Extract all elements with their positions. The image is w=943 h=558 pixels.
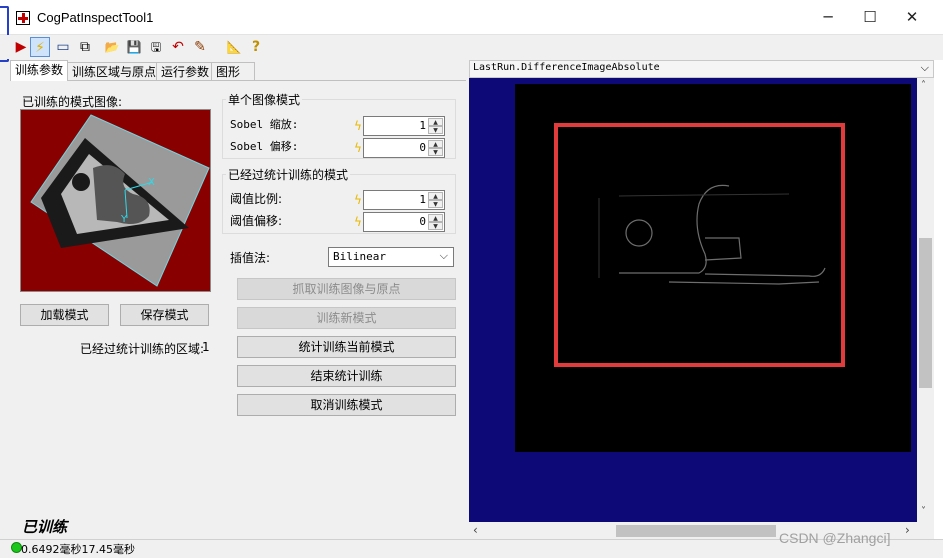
image-view-icon[interactable]: ▭	[53, 37, 73, 57]
vertical-scrollbar[interactable]: ˄ ˅	[917, 78, 934, 522]
tab-train-region[interactable]: 训练区域与原点	[67, 62, 162, 81]
sobel-offset-value: 0	[419, 141, 426, 154]
spinner-up-icon[interactable]: ▲	[428, 118, 443, 126]
scroll-left-icon[interactable]: ‹	[473, 523, 478, 537]
toolbar: ▶ ⚡ ▭ ⧉ 📂 💾 🖫 ↶ ✎ 📐 ?	[0, 35, 943, 59]
threshold-offset-bolt-icon: ϟ	[354, 215, 362, 229]
spinner-up-icon[interactable]: ▲	[428, 140, 443, 148]
image-selector[interactable]: LastRun.DifferenceImageAbsolute ⌵	[469, 60, 934, 78]
difference-image-graphic	[469, 78, 917, 522]
window-title: CogPatInspectTool1	[37, 10, 154, 25]
stat-train-current-button[interactable]: 统计训练当前模式	[237, 336, 456, 358]
threshold-ratio-bolt-icon: ϟ	[354, 193, 362, 207]
sobel-offset-spinner[interactable]: 0 ▲ ▼	[363, 138, 445, 158]
close-button[interactable]: ✕	[890, 0, 934, 35]
title-bar: CogPatInspectTool1 ─ ☐ ✕	[0, 0, 943, 35]
scroll-right-icon[interactable]: ›	[905, 523, 910, 537]
measure-icon[interactable]: 📐	[224, 37, 244, 57]
stat-regions-label: 已经过统计训练的区域:	[80, 342, 205, 356]
pattern-thumbnail-graphic: X Y	[21, 110, 210, 291]
image-selector-value: LastRun.DifferenceImageAbsolute	[473, 62, 660, 73]
chevron-down-icon: ⌵	[920, 61, 929, 74]
window-edge	[934, 60, 943, 539]
watermark: CSDN @Zhangci]	[779, 530, 891, 546]
save-pattern-button[interactable]: 保存模式	[120, 304, 209, 326]
app-window: CogPatInspectTool1 ─ ☐ ✕ ▶ ⚡ ▭ ⧉ 📂 💾 🖫 ↶…	[0, 0, 943, 558]
spinner-down-icon[interactable]: ▼	[428, 126, 443, 134]
horizontal-scroll-thumb[interactable]	[616, 525, 776, 537]
grab-train-image-button[interactable]: 抓取训练图像与原点	[237, 278, 456, 300]
stat-regions-value: 1	[202, 340, 210, 354]
scroll-up-icon[interactable]: ˄	[921, 80, 926, 91]
timing-text: 0.6492毫秒17.45毫秒	[21, 543, 135, 556]
interp-select[interactable]: Bilinear ⌵	[328, 247, 454, 267]
spinner-down-icon[interactable]: ▼	[428, 222, 443, 230]
reset-icon[interactable]: ↶	[168, 37, 188, 57]
save-icon[interactable]: 💾	[124, 37, 144, 57]
train-new-pattern-button[interactable]: 训练新模式	[237, 307, 456, 329]
interp-label: 插值法:	[230, 251, 271, 265]
stat-trained-group-title: 已经过统计训练的模式	[226, 166, 351, 183]
trained-pattern-label: 已训练的模式图像:	[22, 95, 123, 109]
single-image-group-title: 单个图像模式	[226, 91, 303, 108]
threshold-offset-value: 0	[419, 215, 426, 228]
sobel-offset-label: Sobel 偏移:	[230, 140, 299, 153]
svg-text:Y: Y	[120, 214, 128, 225]
cancel-train-button[interactable]: 取消训练模式	[237, 394, 456, 416]
image-display[interactable]	[469, 78, 917, 522]
open-icon[interactable]: 📂	[102, 37, 122, 57]
maximize-button[interactable]: ☐	[848, 0, 892, 35]
spinner-down-icon[interactable]: ▼	[428, 148, 443, 156]
sobel-scale-spinner[interactable]: 1 ▲ ▼	[363, 116, 445, 136]
tab-train-params[interactable]: 训练参数	[10, 60, 69, 81]
threshold-ratio-spinner[interactable]: 1 ▲ ▼	[363, 190, 445, 210]
threshold-offset-spinner[interactable]: 0 ▲ ▼	[363, 212, 445, 232]
edit-icon[interactable]: ✎	[190, 37, 210, 57]
spinner-up-icon[interactable]: ▲	[428, 214, 443, 222]
tab-graphics[interactable]: 图形	[211, 62, 255, 81]
threshold-ratio-label: 阈值比例:	[230, 192, 283, 206]
threshold-offset-label: 阈值偏移:	[230, 214, 283, 228]
end-stat-train-button[interactable]: 结束统计训练	[237, 365, 456, 387]
electric-icon[interactable]: ⚡	[30, 37, 50, 57]
run-icon[interactable]: ▶	[11, 37, 31, 57]
interp-value: Bilinear	[333, 250, 386, 263]
copy-icon[interactable]: ⧉	[75, 37, 95, 57]
tab-run-params[interactable]: 运行参数	[156, 62, 215, 81]
help-icon[interactable]: ?	[246, 37, 266, 57]
save-as-icon[interactable]: 🖫	[146, 37, 166, 57]
sobel-offset-bolt-icon: ϟ	[354, 141, 362, 155]
svg-text:X: X	[148, 177, 155, 188]
app-icon	[16, 11, 30, 25]
load-pattern-button[interactable]: 加载模式	[20, 304, 109, 326]
chevron-down-icon: ⌵	[439, 249, 448, 262]
sobel-scale-value: 1	[419, 119, 426, 132]
threshold-ratio-value: 1	[419, 193, 426, 206]
spinner-down-icon[interactable]: ▼	[428, 200, 443, 208]
trained-pattern-image[interactable]: X Y	[20, 109, 211, 292]
trained-status-text: 已训练	[22, 518, 68, 536]
sobel-scale-bolt-icon: ϟ	[354, 119, 362, 133]
scroll-down-icon[interactable]: ˅	[921, 506, 926, 517]
spinner-up-icon[interactable]: ▲	[428, 192, 443, 200]
minimize-button[interactable]: ─	[806, 0, 850, 35]
sobel-scale-label: Sobel 缩放:	[230, 118, 299, 131]
vertical-scroll-thumb[interactable]	[919, 238, 932, 388]
